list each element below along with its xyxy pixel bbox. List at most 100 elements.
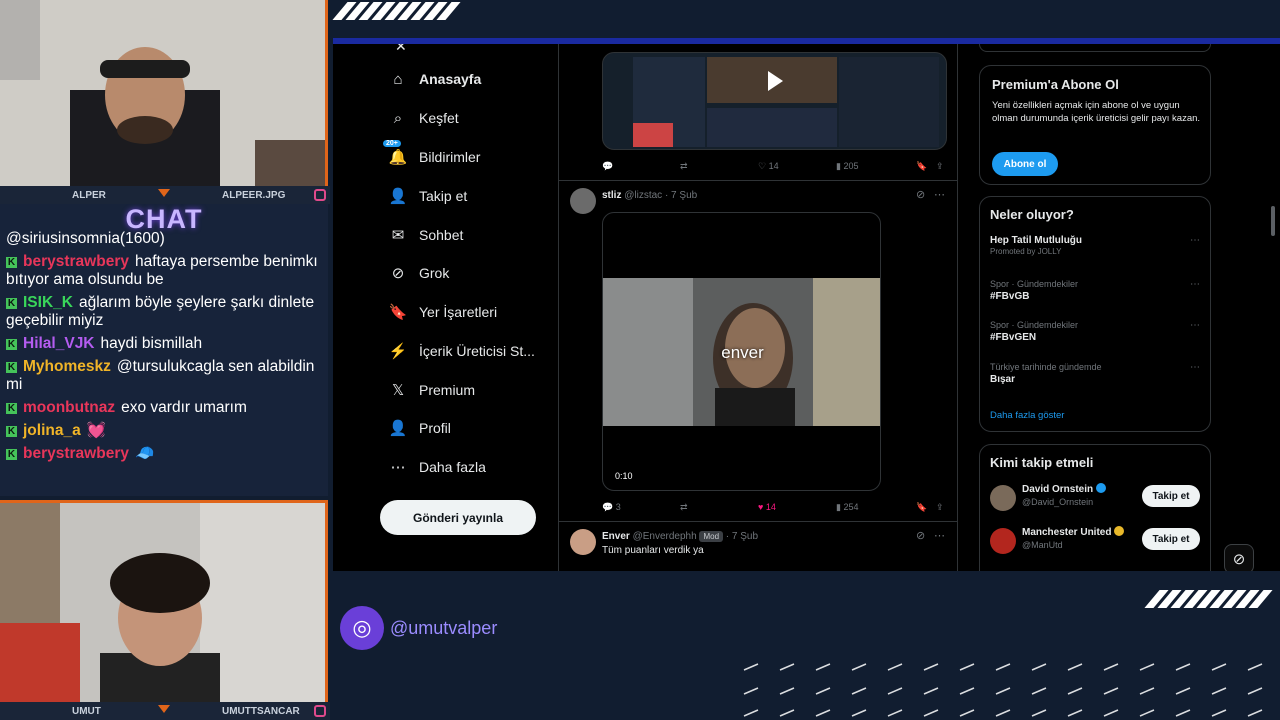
globe-icon: ◎ <box>340 606 384 650</box>
nav-item-3[interactable]: 👤 Takip et <box>389 185 468 207</box>
views-button[interactable]: ▮ 205 <box>836 161 858 172</box>
tweet-date[interactable]: · 7 Şub <box>726 531 758 542</box>
nav-item-2[interactable]: 🔔 20+ Bildirimler <box>383 140 480 168</box>
follow-button[interactable]: Takip et <box>1142 485 1200 507</box>
follow-button[interactable]: Takip et <box>1142 528 1200 550</box>
nav-item-10[interactable]: ⋯ Daha fazla <box>389 456 486 478</box>
nav-item-4[interactable]: ✉ Sohbet <box>389 224 464 246</box>
more-icon[interactable]: ⋯ <box>1190 235 1200 246</box>
mail-icon: ✉ <box>391 227 405 244</box>
show-more-link[interactable]: Daha fazla göster <box>990 410 1064 421</box>
tweet-media-screenshot[interactable] <box>602 52 947 150</box>
video-caption: enver <box>721 343 764 362</box>
reply-icon[interactable]: 💬 <box>602 161 613 172</box>
trend-item[interactable]: Hep Tatil Mutluluğu Promoted by JOLLY <box>990 235 1082 256</box>
arrow-pattern-decoration <box>743 663 1263 717</box>
nav-item-1[interactable]: ⌕ Keşfet <box>389 107 459 129</box>
account-avatar[interactable] <box>990 528 1016 554</box>
grok-icon[interactable]: ⊘ <box>916 188 925 201</box>
trend-item[interactable]: Spor · Gündemdekiler #FBvGB <box>990 279 1078 302</box>
chat-username[interactable]: jolina_a <box>23 422 81 439</box>
profile-icon: 👤 <box>388 420 408 437</box>
trend-name: Hep Tatil Mutluluğu <box>990 235 1083 246</box>
more-icon[interactable]: ⋯ <box>934 529 945 542</box>
scrollbar[interactable] <box>1271 206 1275 236</box>
kick-badge-icon: K <box>6 426 17 437</box>
like-button[interactable]: ♡ 14 <box>758 161 779 172</box>
streamer-name-right: UMUTTSANCAR <box>222 705 300 717</box>
more-icon[interactable]: ⋯ <box>1190 362 1200 373</box>
tweet2-header: stliz @lizstac · 7 Şub <box>602 190 697 201</box>
account-name[interactable]: Manchester United <box>1022 526 1125 538</box>
bookmark-icon[interactable]: 🔖 <box>916 502 927 513</box>
triangle-icon <box>158 705 170 713</box>
column-divider <box>558 44 559 571</box>
trend-item[interactable]: Türkiye tarihinde gündemde Bışar <box>990 362 1102 385</box>
chat-username[interactable]: berystrawbery <box>23 253 129 270</box>
share-icon[interactable]: ⇪ <box>936 161 944 172</box>
premium-title: Premium'a Abone Ol <box>992 77 1119 92</box>
stripe-decoration <box>1144 590 1273 608</box>
bookmark-icon[interactable]: 🔖 <box>916 161 927 172</box>
nav-item-0[interactable]: ⌂ Anasayfa <box>389 68 481 90</box>
subscribe-button[interactable]: Abone ol <box>992 152 1058 176</box>
tweet-divider <box>558 180 957 181</box>
more-icon[interactable]: ⋯ <box>1190 279 1200 290</box>
nav-item-6[interactable]: 🔖 Yer İşaretleri <box>389 301 497 323</box>
verified-badge-icon <box>1114 526 1125 536</box>
chat-username[interactable]: ISIK_K <box>23 294 73 311</box>
nav-item-9[interactable]: 👤 Profil <box>389 417 451 439</box>
tweet-date[interactable]: · 7 Şub <box>665 190 697 201</box>
tweet2-actions: 💬 3 ⇄ ♥ 14 ▮ 254 🔖 ⇪ <box>602 501 947 513</box>
chat-message: K Myhomeskz @tursulukcagla sen alabildin m… <box>6 358 324 394</box>
who-to-follow-title: Kimi takip etmeli <box>990 455 1094 470</box>
tweet-video[interactable]: enver 0:10 <box>602 212 881 491</box>
trend-item[interactable]: Spor · Gündemdekiler #FBvGEN <box>990 320 1078 343</box>
tweet-author-name[interactable]: Enver <box>602 531 630 542</box>
more-icon[interactable]: ⋯ <box>934 188 945 201</box>
webcam-bottom <box>0 500 328 705</box>
retweet-icon[interactable]: ⇄ <box>680 161 688 172</box>
nav-label: Daha fazla <box>419 459 486 475</box>
like-button[interactable]: ♥ 14 <box>758 502 776 512</box>
bell-icon: 🔔 <box>388 149 408 166</box>
kick-badge-icon: K <box>6 257 17 268</box>
trends-title: Neler oluyor? <box>990 207 1074 222</box>
like-count: 14 <box>765 502 776 512</box>
account-name[interactable]: David Ornstein <box>1022 483 1107 495</box>
like-count: 14 <box>768 160 779 171</box>
chat-username[interactable]: berystrawbery <box>23 445 129 462</box>
tweet-avatar[interactable] <box>570 529 596 555</box>
retweet-icon[interactable]: ⇄ <box>680 502 688 513</box>
nav-item-5[interactable]: ⊘ Grok <box>389 262 450 284</box>
chat-username[interactable]: Hilal_VJK <box>23 335 95 352</box>
twitter-window: ✕ ⌂ Anasayfa ⌕ Keşfet 🔔 20+ Bildirimler 👤 Takip … <box>333 44 1280 571</box>
chat-panel: CHAT @siriusinsomnia(1600) Kberystrawbery… <box>0 204 328 496</box>
streamer-name-right: ALPEER.JPG <box>222 189 286 201</box>
more-icon[interactable]: ⋯ <box>1190 320 1200 331</box>
chat-username[interactable]: Myhomeskz <box>23 358 111 375</box>
tweet-author-handle[interactable]: @lizstac <box>624 190 662 201</box>
column-divider <box>957 44 958 571</box>
nav-label: Anasayfa <box>419 71 482 87</box>
post-button[interactable]: Gönderi yayınla <box>380 500 536 535</box>
grok-icon[interactable]: ⊘ <box>916 529 925 542</box>
nav-label: Profil <box>419 420 451 436</box>
views-button[interactable]: ▮ 254 <box>836 502 858 513</box>
tweet-avatar[interactable] <box>570 188 596 214</box>
chat-username[interactable]: moonbutnaz <box>23 399 115 416</box>
reply-button[interactable]: 💬 3 <box>602 502 621 513</box>
account-avatar[interactable] <box>990 485 1016 511</box>
share-icon[interactable]: ⇪ <box>936 502 944 513</box>
tweet-author-handle[interactable]: @Enverdephh <box>633 531 697 542</box>
chat-text: 💓 <box>86 422 107 439</box>
trend-promoted: Promoted by JOLLY <box>990 247 1062 256</box>
tweet-author-name[interactable]: stliz <box>602 190 621 201</box>
nav-item-7[interactable]: ⚡ İçerik Üreticisi St... <box>389 340 535 362</box>
who-to-follow-panel: Kimi takip etmeli David Ornstein @David_O… <box>979 444 1211 571</box>
mod-badge: Mod <box>699 531 724 542</box>
x-logo-icon[interactable]: ✕ <box>395 44 407 55</box>
grok-floating-icon[interactable]: ⊘ <box>1224 544 1254 571</box>
nav-item-8[interactable]: 𝕏 Premium <box>389 379 475 401</box>
grok-icon: ⊘ <box>391 265 405 282</box>
